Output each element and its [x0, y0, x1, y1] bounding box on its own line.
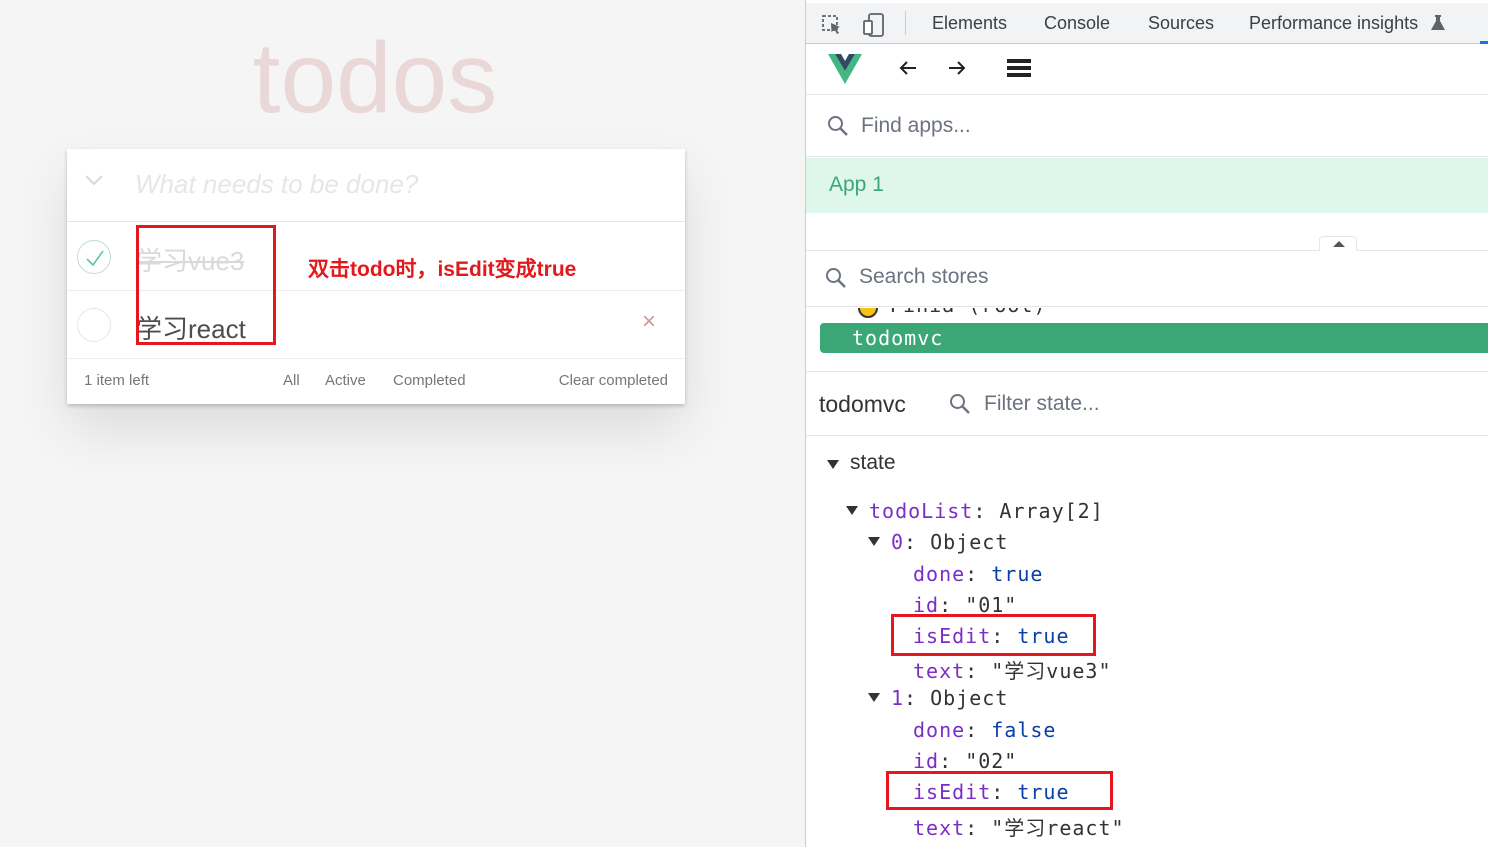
annotation-box-isedit-1: [886, 771, 1113, 810]
app-name: App 1: [829, 173, 884, 196]
splitter-handle[interactable]: [1319, 236, 1357, 251]
todo-footer: 1 item left All Active Completed Clear c…: [67, 359, 685, 404]
tab-performance-insights[interactable]: Performance insights: [1249, 13, 1418, 34]
items-left-count: 1 item left: [84, 372, 150, 389]
tab-console[interactable]: Console: [1044, 13, 1110, 34]
filter-active-link[interactable]: Active: [325, 372, 366, 389]
search-icon: [828, 116, 848, 136]
todo-toggle-checkbox[interactable]: [77, 240, 111, 274]
inspect-element-icon[interactable]: [820, 13, 844, 37]
inspector-store-name: todomvc: [819, 391, 906, 417]
app-title: todos: [252, 22, 498, 134]
tree-row-todolist[interactable]: todoList: Array[2]: [869, 499, 1104, 523]
tree-row-done[interactable]: done: true: [913, 562, 1043, 586]
menu-list-icon[interactable]: [1006, 56, 1032, 80]
tree-row-item-1[interactable]: 1: Object: [891, 686, 1008, 710]
store-item-root[interactable]: Pinia (root): [890, 308, 1047, 317]
collapse-arrow-icon: [1333, 241, 1345, 247]
tree-row-done[interactable]: done: false: [913, 718, 1056, 742]
expand-todolist-icon[interactable]: [846, 506, 858, 515]
annotation-box-isedit-0: [891, 614, 1096, 656]
flask-icon: [1431, 15, 1445, 30]
filter-search-icon: [950, 394, 970, 414]
state-tree: state todoList: Array[2] 0: Object done:…: [806, 437, 1488, 847]
toolbar-divider: [905, 11, 906, 35]
annotation-text: 双击todo时，isEdit变成true: [308, 258, 577, 281]
search-stores-input[interactable]: Search stores: [859, 265, 989, 289]
annotation-box-todo-items: [136, 225, 276, 345]
pinia-icon: [858, 308, 878, 318]
devtools-panel: Elements Console Sources Performance ins…: [805, 0, 1488, 847]
tree-row-text[interactable]: text: "学习vue3": [913, 655, 1112, 684]
device-toolbar-icon[interactable]: [862, 13, 886, 37]
filter-completed-link[interactable]: Completed: [393, 372, 466, 389]
clear-completed-button[interactable]: Clear completed: [559, 372, 668, 389]
find-apps-row: Find apps...: [806, 96, 1488, 157]
new-todo-row: What needs to be done?: [67, 149, 685, 222]
store-list: Pinia (root) todomvc: [806, 308, 1488, 372]
search-stores-row: Search stores: [806, 251, 1488, 307]
todomvc-page: todos What needs to be done? 学习vue3 学习re…: [0, 0, 805, 847]
tree-row-item-0[interactable]: 0: Object: [891, 530, 1008, 554]
state-section-label[interactable]: state: [850, 451, 896, 475]
inspector-header: todomvc Filter state...: [806, 373, 1488, 436]
back-arrow-icon[interactable]: [896, 56, 920, 80]
devtools-tab-bar: Elements Console Sources Performance ins…: [806, 3, 1488, 44]
toggle-all-chevron-icon[interactable]: [83, 170, 105, 190]
tree-row-id[interactable]: id: "02": [913, 749, 1017, 773]
tree-row-text[interactable]: text: "学习react": [913, 812, 1125, 841]
expand-state-icon[interactable]: [827, 460, 839, 469]
expand-item-1-icon[interactable]: [868, 693, 880, 702]
search-icon: [826, 268, 846, 288]
app-list-item[interactable]: App 1: [806, 158, 1488, 213]
forward-arrow-icon[interactable]: [945, 56, 969, 80]
tab-sources[interactable]: Sources: [1148, 13, 1214, 34]
tab-elements[interactable]: Elements: [932, 13, 1007, 34]
store-item-label: todomvc: [852, 326, 944, 350]
store-item-todomvc[interactable]: todomvc: [820, 323, 1488, 353]
filter-all-link[interactable]: All: [283, 372, 300, 389]
find-apps-input[interactable]: Find apps...: [861, 114, 971, 138]
vue-devtools-toolbar: [806, 44, 1488, 95]
vue-logo-icon[interactable]: [828, 54, 862, 84]
todo-toggle-checkbox[interactable]: [77, 308, 111, 342]
expand-item-0-icon[interactable]: [868, 537, 880, 546]
filter-state-input[interactable]: Filter state...: [984, 392, 1100, 416]
delete-todo-icon[interactable]: ×: [642, 308, 656, 336]
new-todo-input[interactable]: What needs to be done?: [135, 169, 418, 200]
check-icon: [86, 250, 104, 267]
